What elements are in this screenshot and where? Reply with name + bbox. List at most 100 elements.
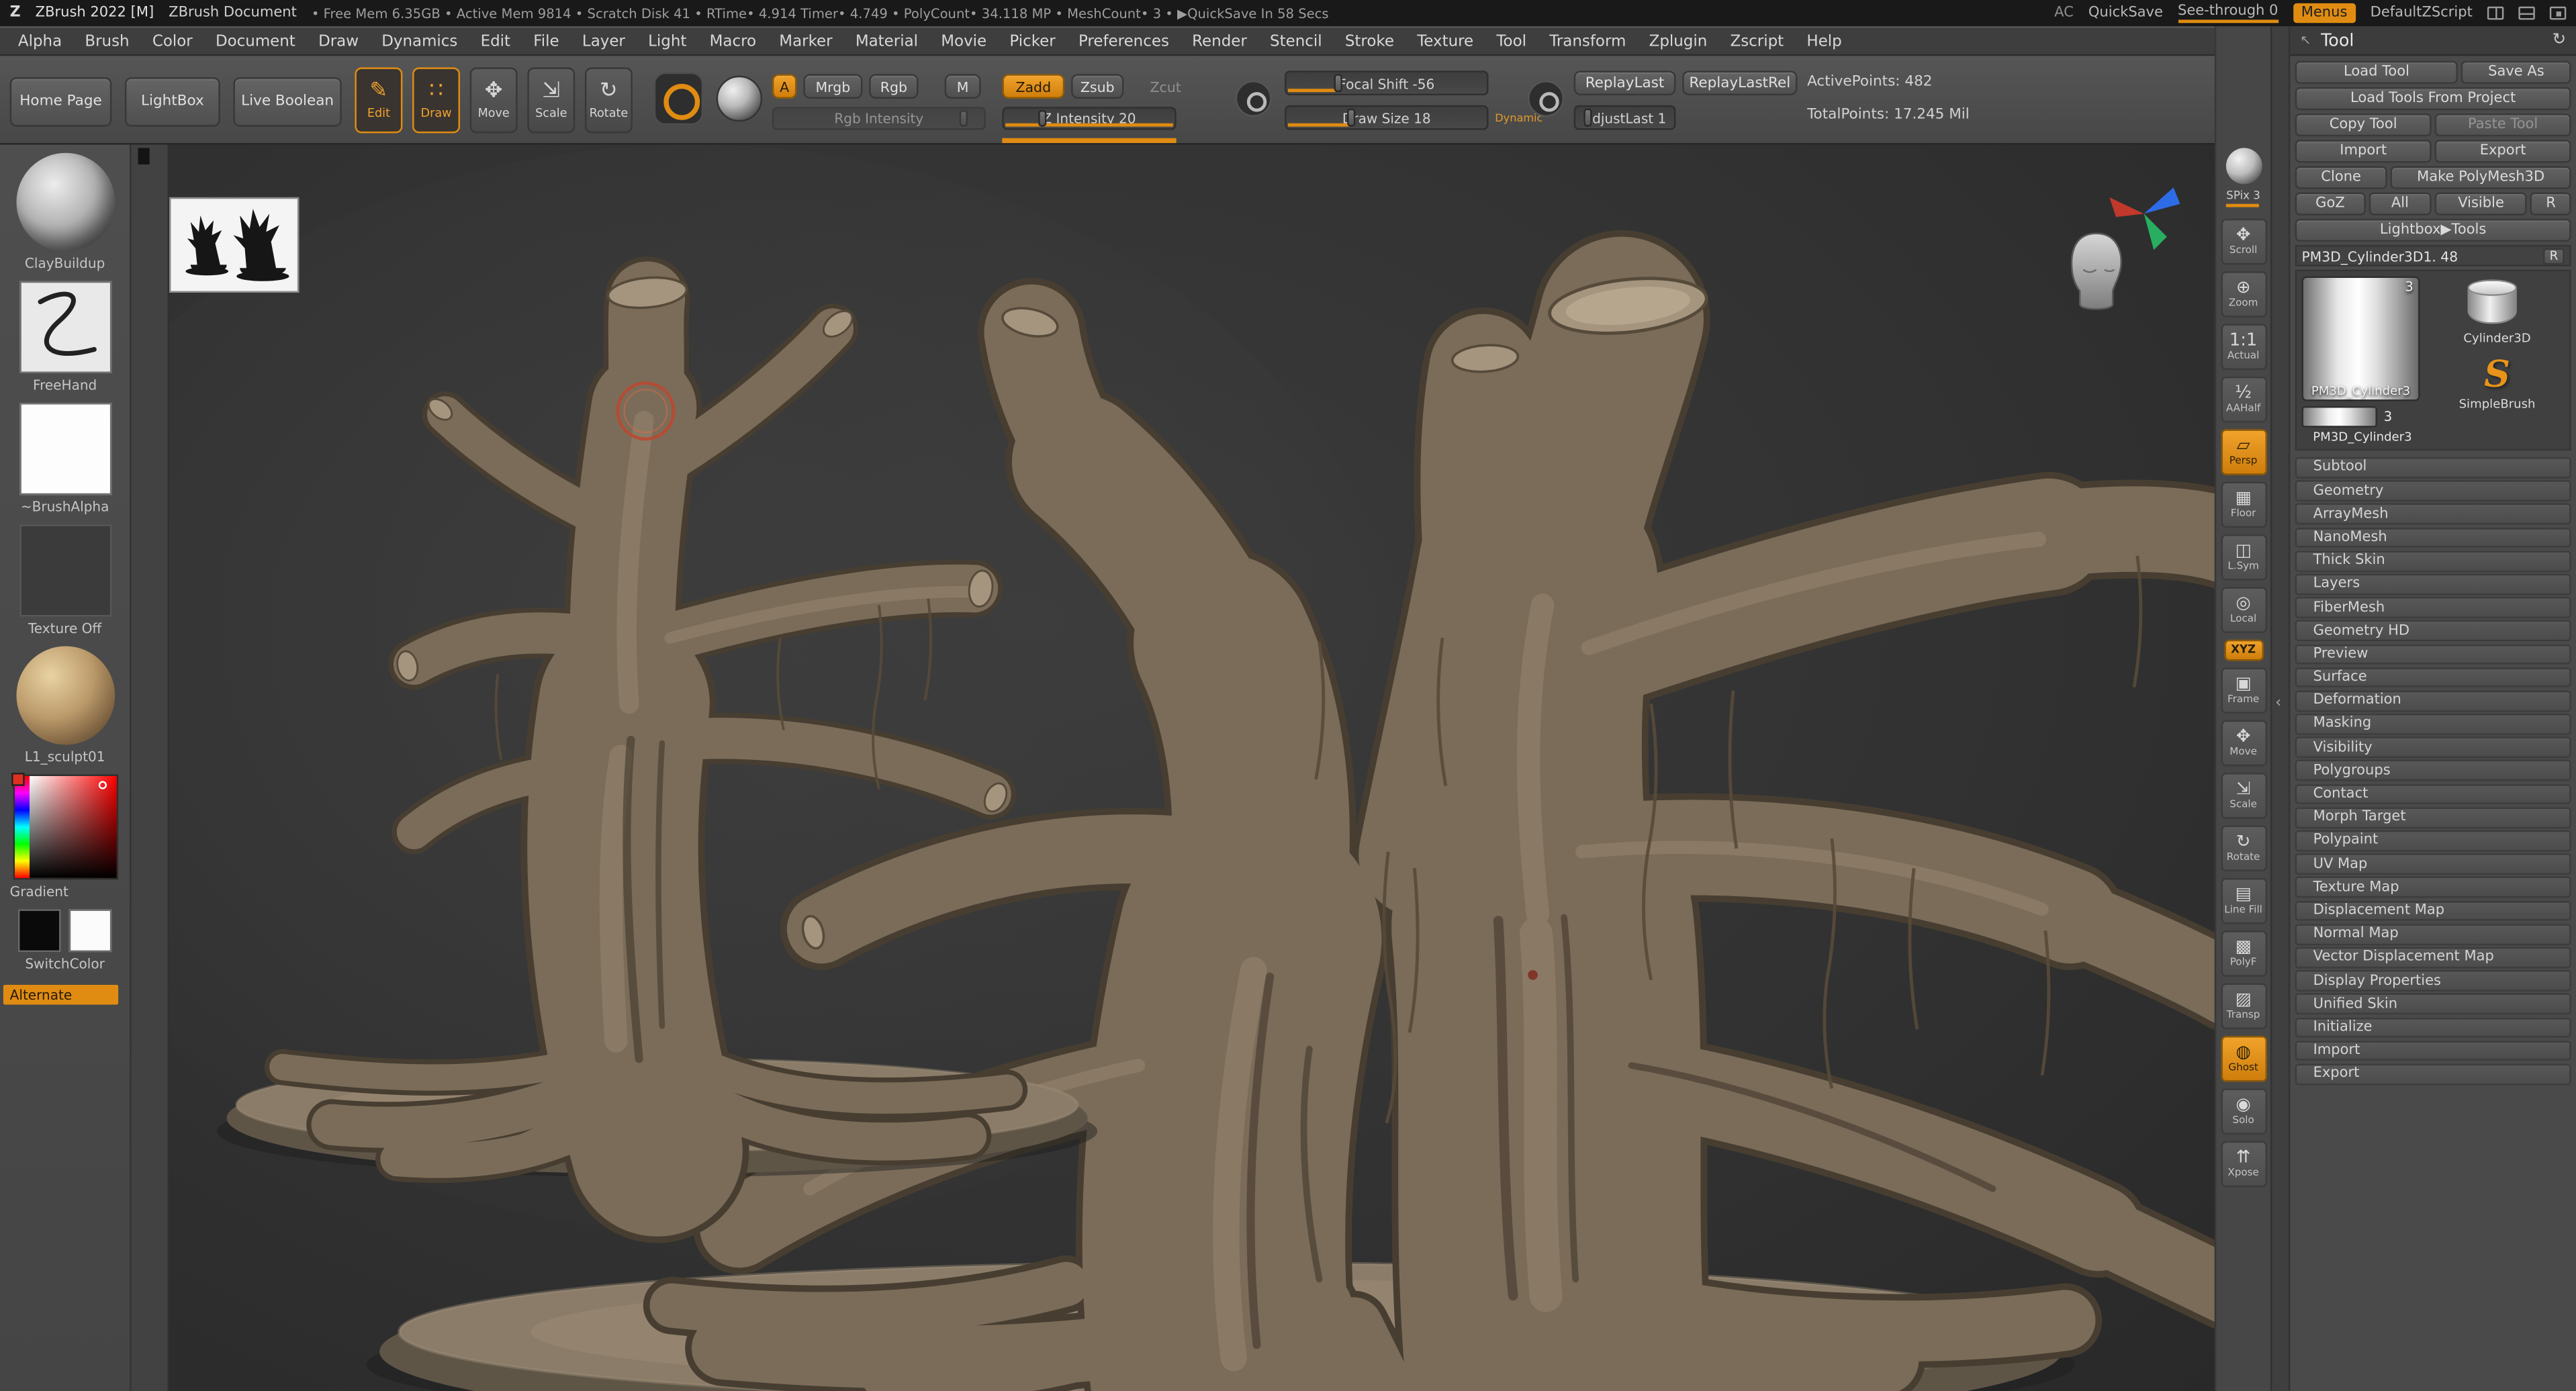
shelf-button[interactable]: 1:1 Actual [2220, 324, 2266, 370]
menu-item[interactable]: Layer [571, 27, 637, 55]
shelf-button[interactable]: ▣ Frame [2220, 667, 2266, 714]
replay-last-button[interactable]: ReplayLast [1574, 70, 1676, 95]
z-intensity-slider[interactable]: Z Intensity 20 [1002, 107, 1176, 130]
tray-collapse-strip[interactable]: ‹ [2270, 26, 2290, 1391]
tray-scroll-icon[interactable]: ↖ [2300, 33, 2311, 48]
menu-item[interactable]: Help [1795, 27, 1853, 55]
tool-panel-button-make-polymesh3d[interactable]: Make PolyMesh3D [2391, 166, 2571, 189]
tool-section-row[interactable]: Subtool [2295, 457, 2571, 478]
alternate-button[interactable]: Alternate [3, 985, 118, 1004]
tool-panel-button-all[interactable]: All [2368, 193, 2432, 215]
collapse-arrow-icon[interactable]: ‹ [2275, 695, 2281, 711]
quicksave-button[interactable]: QuickSave [2088, 5, 2163, 21]
menu-item[interactable]: Marker [768, 27, 844, 55]
menu-item[interactable]: Dynamics [370, 27, 469, 55]
zsub-button[interactable]: Zsub [1071, 74, 1123, 99]
mrgb-button[interactable]: Mrgb [803, 74, 862, 99]
tool-restore-button[interactable]: R [2543, 248, 2565, 264]
tool-section-row[interactable]: NanoMesh [2295, 527, 2571, 548]
menu-item[interactable]: Zscript [1718, 27, 1795, 55]
window-config-icon[interactable] [2550, 7, 2566, 20]
shelf-button[interactable]: ▤ Line Fill [2220, 878, 2266, 924]
replay-last-rel-button[interactable]: ReplayLastRel [1682, 70, 1797, 95]
tool-section-row[interactable]: Polygroups [2295, 761, 2571, 781]
tool-panel-button-lightbox-tools[interactable]: Lightbox▶Tools [2295, 219, 2571, 242]
menu-item[interactable]: Picker [998, 27, 1067, 55]
tool-section-row[interactable]: Contact [2295, 783, 2571, 804]
tool-section-row[interactable]: Export [2295, 1063, 2571, 1084]
spix-slider[interactable]: SPix 3 [2226, 189, 2260, 207]
menu-item[interactable]: Tool [1485, 27, 1538, 55]
tool-panel-button-visible[interactable]: Visible [2435, 193, 2528, 215]
tool-section-row[interactable]: Polypaint [2295, 830, 2571, 851]
tool-panel-button-paste-tool[interactable]: Paste Tool [2435, 113, 2571, 136]
tool-panel-button-load-tools-from-project[interactable]: Load Tools From Project [2295, 87, 2571, 110]
dynamic-mode-icon[interactable] [1528, 81, 1564, 117]
tool-section-row[interactable]: Display Properties [2295, 970, 2571, 991]
secondary-color-swatch[interactable] [69, 909, 112, 952]
tray-divider[interactable] [132, 145, 169, 1391]
home-page-button[interactable]: Home Page [10, 77, 112, 126]
menu-item[interactable]: Light [637, 27, 698, 55]
menu-item[interactable]: Movie [929, 27, 998, 55]
menu-item[interactable]: Texture [1406, 27, 1485, 55]
menu-item[interactable]: Document [204, 27, 307, 55]
panel-split-icon[interactable] [2487, 7, 2503, 20]
mode-button[interactable]: ↻ Rotate [585, 67, 633, 133]
color-picker[interactable] [12, 775, 118, 880]
shelf-button[interactable]: ◍ Ghost [2220, 1036, 2266, 1082]
shelf-button[interactable]: ½ AAHalf [2220, 377, 2266, 423]
menu-item[interactable]: Transform [1538, 27, 1637, 55]
main-color-swatch[interactable] [18, 909, 61, 952]
menu-item[interactable]: Color [141, 27, 204, 55]
tool-panel-button-export[interactable]: Export [2435, 140, 2571, 162]
material-thumbnail[interactable] [15, 646, 114, 745]
tool-section-row[interactable]: ArrayMesh [2295, 503, 2571, 524]
cylinder3d-tool[interactable]: Cylinder3D [2463, 279, 2530, 345]
live-boolean-button[interactable]: Live Boolean [233, 77, 341, 126]
m-button[interactable]: M [945, 74, 981, 99]
tool-section-row[interactable]: Visibility [2295, 737, 2571, 758]
mode-button[interactable]: ⇲ Scale [527, 67, 575, 133]
brush-ring-icon[interactable] [654, 73, 703, 125]
menu-item[interactable]: Brush [73, 27, 140, 55]
menu-item[interactable]: Stroke [1334, 27, 1406, 55]
menu-item[interactable]: Preferences [1067, 27, 1181, 55]
tool-panel-button-load-tool[interactable]: Load Tool [2295, 61, 2458, 84]
menu-item[interactable]: Macro [698, 27, 768, 55]
alpha-thumbnail[interactable] [19, 403, 111, 495]
tray-divider-handle[interactable] [138, 148, 149, 164]
panel-layout-icon[interactable] [2518, 7, 2534, 20]
camera-head-icon[interactable] [2057, 227, 2135, 319]
tool-panel-button-import[interactable]: Import [2295, 140, 2432, 162]
document-canvas[interactable] [169, 145, 2215, 1391]
shelf-button[interactable]: ▱ Persp [2220, 429, 2266, 475]
tool-section-row[interactable]: Thick Skin [2295, 550, 2571, 571]
tool-section-row[interactable]: UV Map [2295, 854, 2571, 875]
menu-item[interactable]: Draw [307, 27, 370, 55]
focal-shift-slider[interactable]: Focal Shift -56 [1285, 70, 1488, 95]
rgb-button[interactable]: Rgb [869, 74, 918, 99]
tool-section-row[interactable]: Normal Map [2295, 924, 2571, 945]
mode-button[interactable]: ✥ Move [470, 67, 518, 133]
shelf-button[interactable]: XYZ [2223, 640, 2263, 661]
tool-panel-button-clone[interactable]: Clone [2295, 166, 2387, 189]
tool-section-row[interactable]: Displacement Map [2295, 900, 2571, 921]
menu-item[interactable]: Edit [469, 27, 522, 55]
tool-panel-button-copy-tool[interactable]: Copy Tool [2295, 113, 2432, 136]
tool-section-row[interactable]: Geometry [2295, 481, 2571, 501]
tool-section-row[interactable]: Import [2295, 1041, 2571, 1061]
shelf-button[interactable]: ✥ Scroll [2220, 219, 2266, 265]
tool-panel-button-r[interactable]: R [2530, 193, 2571, 215]
lightbox-button[interactable]: LightBox [125, 77, 220, 126]
shelf-button[interactable]: ▦ Floor [2220, 482, 2266, 528]
tool-section-row[interactable]: Geometry HD [2295, 620, 2571, 641]
adjust-last-slider[interactable]: AdjustLast 1 [1574, 105, 1676, 130]
tool-panel-button-save-as[interactable]: Save As [2461, 61, 2571, 84]
lazy-mouse-icon[interactable] [1236, 81, 1272, 117]
document-thumbnail[interactable] [169, 197, 299, 293]
menu-item[interactable]: Stencil [1258, 27, 1334, 55]
tool-section-row[interactable]: Unified Skin [2295, 994, 2571, 1014]
menus-button[interactable]: Menus [2293, 3, 2355, 23]
menu-item[interactable]: File [522, 27, 571, 55]
